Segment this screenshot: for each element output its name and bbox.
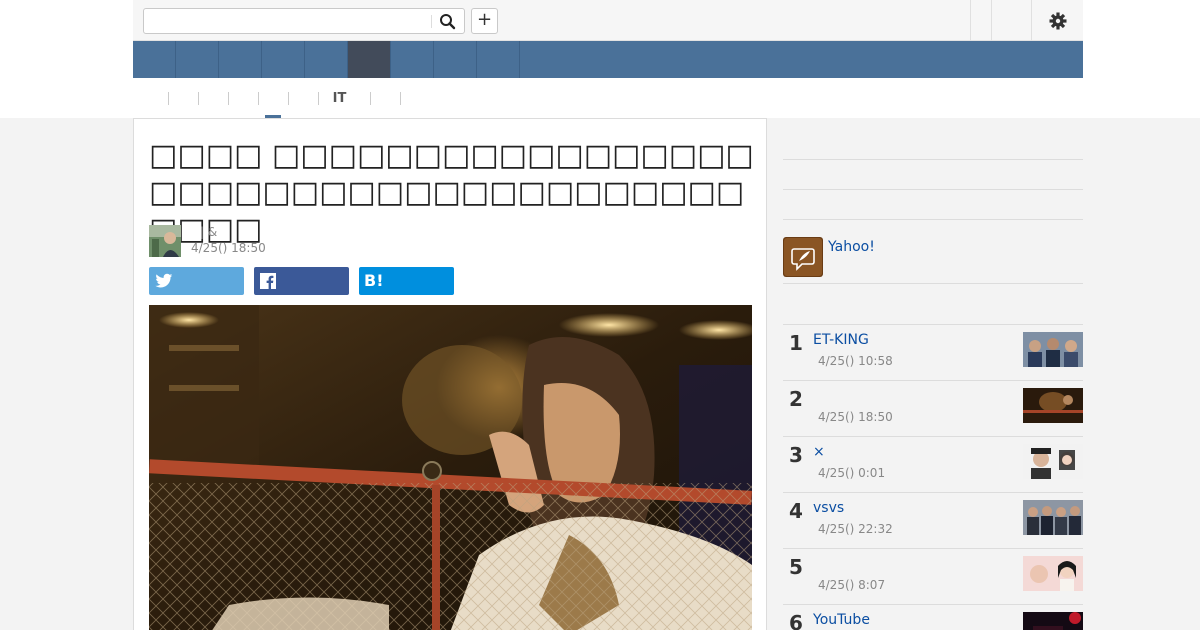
rank-thumbnail[interactable] xyxy=(1023,556,1083,591)
author-avatar[interactable] xyxy=(149,225,181,257)
subnav-item[interactable] xyxy=(229,90,258,108)
sidebar-divider xyxy=(783,189,1083,190)
header-divider xyxy=(1031,0,1032,41)
subnav-separator xyxy=(288,92,289,105)
search-box xyxy=(143,8,465,34)
sidebar-divider xyxy=(783,283,1083,284)
sidebar: Yahoo! 1 ET-KING 4/25() 10:58 2 4/25() 1… xyxy=(783,118,1083,630)
plus-icon: + xyxy=(476,9,493,30)
subnav-item-active[interactable] xyxy=(259,90,288,108)
rank-time: 4/25() 8:07 xyxy=(818,578,886,592)
rank-thumbnail[interactable] xyxy=(1023,500,1083,535)
rank-number: 4 xyxy=(789,499,803,523)
subnav-item[interactable] xyxy=(401,90,430,108)
ranking-item[interactable]: 6 YouTube xyxy=(783,604,1083,630)
rank-time: 4/25() 22:32 xyxy=(818,522,893,536)
subnav-item[interactable] xyxy=(199,90,228,108)
rank-thumbnail[interactable] xyxy=(1023,444,1083,479)
rank-thumbnail[interactable] xyxy=(1023,332,1083,367)
avatar-image xyxy=(149,225,181,257)
ranking-item[interactable]: 2 4/25() 18:50 xyxy=(783,380,1083,436)
subnav-separator xyxy=(318,92,319,105)
sidebar-divider xyxy=(783,159,1083,160)
sub-navigation: IT xyxy=(133,78,1083,118)
nav-item[interactable] xyxy=(133,41,176,78)
site-header: + xyxy=(133,0,1083,41)
rank-title[interactable]: YouTube xyxy=(813,612,870,628)
rank-title[interactable]: vsvs xyxy=(813,500,844,516)
nav-item[interactable] xyxy=(434,41,477,78)
search-input[interactable] xyxy=(144,9,431,33)
subnav-item-it[interactable]: IT xyxy=(323,90,356,108)
subnav-item[interactable] xyxy=(138,90,168,108)
nav-item[interactable] xyxy=(305,41,348,78)
gear-icon xyxy=(1049,12,1067,30)
ranking-item[interactable]: 1 ET-KING 4/25() 10:58 xyxy=(783,324,1083,380)
article-date: 4/25() 18:50 xyxy=(191,241,266,255)
hatena-label: B! xyxy=(364,271,384,290)
ranking-item[interactable]: 3 × 4/25() 0:01 xyxy=(783,436,1083,492)
search-button[interactable] xyxy=(436,11,460,31)
author-meta: | & xyxy=(200,225,218,239)
hatena-bookmark-button[interactable]: B! xyxy=(359,267,454,295)
add-button[interactable]: + xyxy=(471,8,498,34)
rank-thumbnail[interactable] xyxy=(1023,388,1083,423)
header-divider xyxy=(970,0,971,41)
nav-item[interactable] xyxy=(391,41,434,78)
header-divider xyxy=(991,0,992,41)
facebook-f-icon xyxy=(260,273,276,289)
facebook-share-button[interactable] xyxy=(254,267,349,295)
rank-number: 1 xyxy=(789,331,803,355)
ranking-item[interactable]: 5 4/25() 8:07 xyxy=(783,548,1083,604)
nav-item[interactable] xyxy=(176,41,219,78)
rank-title[interactable]: ET-KING xyxy=(813,332,869,348)
ranking-item[interactable]: 4 vsvs 4/25() 22:32 xyxy=(783,492,1083,548)
nav-item[interactable] xyxy=(477,41,520,78)
sidebar-divider xyxy=(783,219,1083,220)
rank-number: 6 xyxy=(789,611,803,630)
settings-button[interactable] xyxy=(1043,10,1073,32)
rank-number: 5 xyxy=(789,555,803,579)
article-panel: □□□□ □□□□□□□□□□□□□□□□□□□□□□□□□□□□□□□□□□□… xyxy=(133,118,767,630)
nav-item[interactable] xyxy=(262,41,305,78)
yahoo-link[interactable]: Yahoo! xyxy=(828,239,875,255)
twitter-bird-icon xyxy=(155,273,173,288)
search-icon xyxy=(440,14,456,30)
article-title: □□□□ □□□□□□□□□□□□□□□□□□□□□□□□□□□□□□□□□□□… xyxy=(149,138,754,247)
rank-thumbnail[interactable] xyxy=(1023,612,1083,630)
subnav-item[interactable] xyxy=(371,90,400,108)
category-navbar xyxy=(133,41,1083,78)
rank-time: 4/25() 18:50 xyxy=(818,410,893,424)
search-separator xyxy=(431,15,432,28)
rank-time: 4/25() 0:01 xyxy=(818,466,886,480)
subnav-item[interactable] xyxy=(169,90,198,108)
rank-number: 2 xyxy=(789,387,803,411)
rank-time: 4/25() 10:58 xyxy=(818,354,893,368)
rank-number: 3 xyxy=(789,443,803,467)
article-main-photo xyxy=(149,305,759,630)
yahoo-news-icon[interactable] xyxy=(783,237,823,277)
twitter-share-button[interactable] xyxy=(149,267,244,295)
rank-title[interactable]: × xyxy=(813,444,825,460)
nav-item-active[interactable] xyxy=(348,41,391,78)
nav-item[interactable] xyxy=(219,41,262,78)
